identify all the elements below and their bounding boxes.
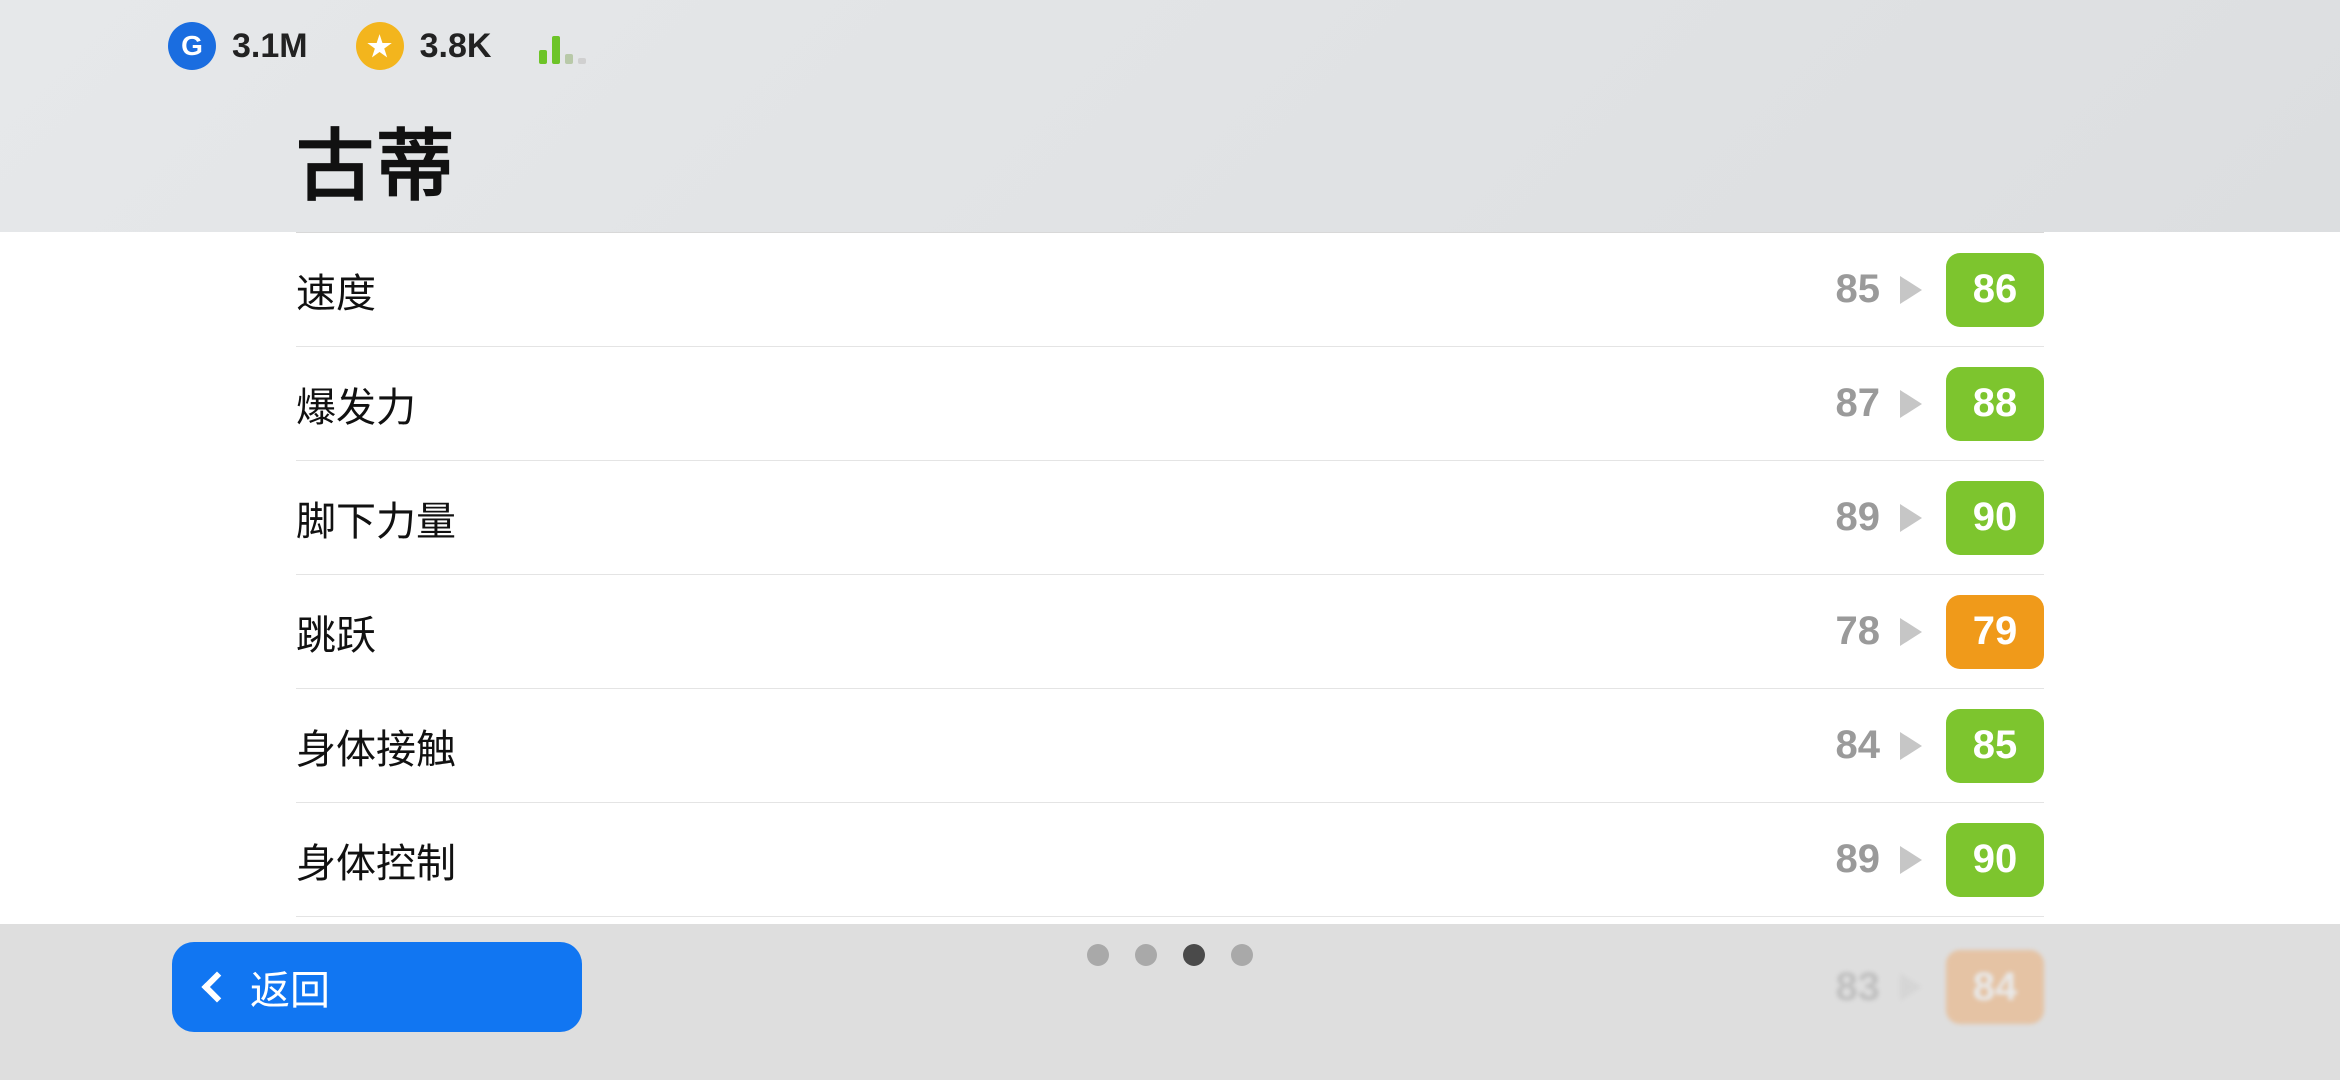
stat-base-value: 85 xyxy=(1810,267,1880,312)
stat-base-blurred: 83 xyxy=(1810,965,1880,1010)
currency-gp[interactable]: G 3.1M xyxy=(168,22,308,70)
stat-label: 脚下力量 xyxy=(296,489,1810,547)
stat-base-value: 89 xyxy=(1810,837,1880,882)
stat-row[interactable]: 跳跃78 79 xyxy=(296,575,2044,689)
arrow-right-icon xyxy=(1900,276,1922,304)
page-dot[interactable] xyxy=(1135,944,1157,966)
chevron-left-icon xyxy=(201,971,232,1002)
arrow-right-icon xyxy=(1900,846,1922,874)
stat-label: 爆发力 xyxy=(296,375,1810,433)
stat-new-value: 88 xyxy=(1946,367,2044,441)
stat-row[interactable]: 爆发力87 88 xyxy=(296,347,2044,461)
arrow-right-icon xyxy=(1900,618,1922,646)
page-indicator[interactable] xyxy=(1087,944,1253,966)
stat-new-blurred: 84 xyxy=(1946,950,2044,1024)
stat-label: 身体接触 xyxy=(296,717,1810,775)
stat-new-value: 90 xyxy=(1946,823,2044,897)
stat-new-value: 86 xyxy=(1946,253,2044,327)
stat-label: 速度 xyxy=(296,261,1810,319)
stat-row[interactable]: 身体控制89 90 xyxy=(296,803,2044,917)
currency-coins[interactable]: ★ 3.8K xyxy=(356,22,492,70)
page-dot[interactable] xyxy=(1183,944,1205,966)
stat-new-value: 79 xyxy=(1946,595,2044,669)
stat-base-value: 89 xyxy=(1810,495,1880,540)
back-button-label: 返回 xyxy=(250,958,330,1016)
arrow-right-icon xyxy=(1900,504,1922,532)
stat-row[interactable]: 身体接触84 85 xyxy=(296,689,2044,803)
stat-label: 身体控制 xyxy=(296,831,1810,889)
back-button[interactable]: 返回 xyxy=(172,942,582,1032)
stats-panel[interactable]: 速度8586爆发力8788脚下力量8990跳跃7879身体接触8485身体控制8… xyxy=(0,232,2340,924)
player-name: 古蒂 xyxy=(296,104,456,216)
stat-base-value: 87 xyxy=(1810,381,1880,426)
stat-label: 跳跃 xyxy=(296,603,1810,661)
signal-icon xyxy=(539,28,586,64)
arrow-right-icon xyxy=(1900,732,1922,760)
coin-icon: ★ xyxy=(356,22,404,70)
currency-bar: G 3.1M ★ 3.8K xyxy=(168,22,586,70)
stat-base-value: 84 xyxy=(1810,723,1880,768)
page-dot[interactable] xyxy=(1231,944,1253,966)
page-dot[interactable] xyxy=(1087,944,1109,966)
arrow-right-icon xyxy=(1900,390,1922,418)
gp-value: 3.1M xyxy=(232,27,308,66)
stat-row[interactable]: 脚下力量89 90 xyxy=(296,461,2044,575)
stat-new-value: 85 xyxy=(1946,709,2044,783)
coin-value: 3.8K xyxy=(420,27,492,66)
stat-base-value: 78 xyxy=(1810,609,1880,654)
stat-new-value: 90 xyxy=(1946,481,2044,555)
gp-icon: G xyxy=(168,22,216,70)
arrow-right-icon xyxy=(1900,973,1922,1001)
stat-row[interactable]: 速度85 86 xyxy=(296,233,2044,347)
